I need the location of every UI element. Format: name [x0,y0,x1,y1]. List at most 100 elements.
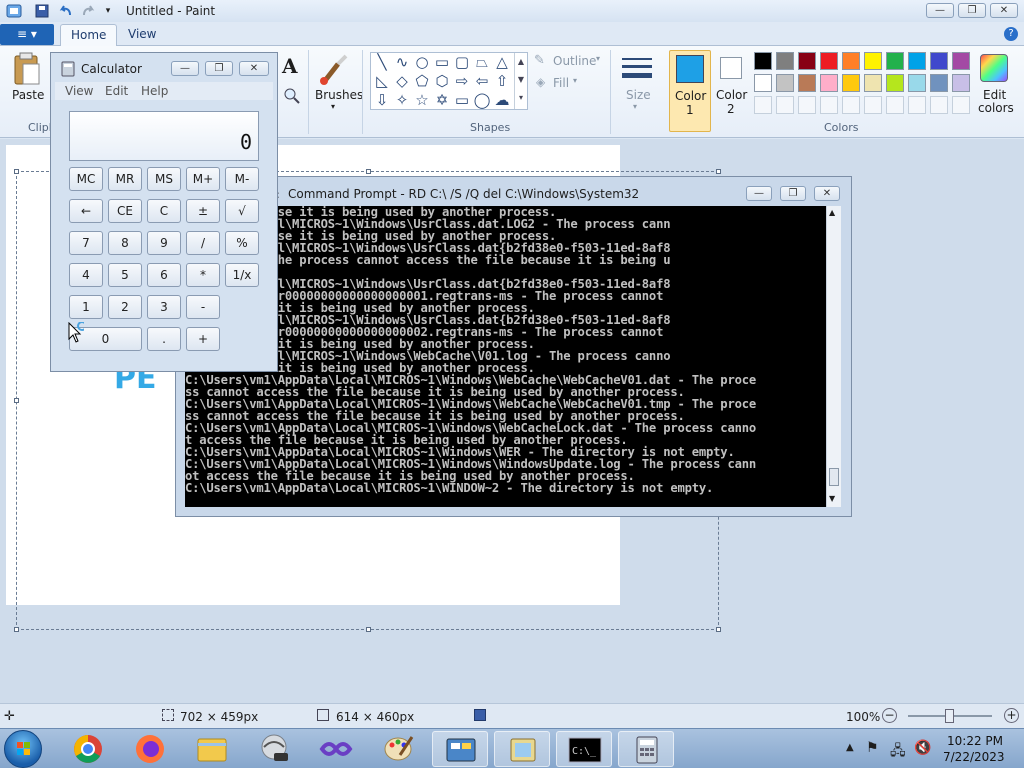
calc-button-sqrt[interactable]: √ [225,199,259,223]
network-icon[interactable]: 🖧 [890,740,906,764]
palette-swatch[interactable] [864,52,882,70]
palette-swatch[interactable] [754,74,772,92]
calc-button-backspace[interactable]: ← [69,199,103,223]
custom-color-slot[interactable] [864,96,882,114]
calc-button-m-minus[interactable]: M- [225,167,259,191]
resize-handle-tl[interactable] [14,169,19,174]
oval-shape-icon[interactable]: ○ [413,53,431,71]
calc-button-negate[interactable]: ± [186,199,220,223]
palette-swatch[interactable] [886,52,904,70]
right-triangle-shape-icon[interactable]: ◺ [373,72,391,90]
maximize-button[interactable]: ❐ [958,3,986,18]
calc-button-multiply[interactable]: * [186,263,220,287]
clock-time[interactable]: 10:22 PM [947,734,1003,748]
callout-oval-shape-icon[interactable]: ◯ [473,91,491,109]
callout-cloud-shape-icon[interactable]: ☁ [493,91,511,109]
five-point-star-shape-icon[interactable]: ☆ [413,91,431,109]
redo-icon[interactable] [80,3,96,19]
cmd-scroll-up-icon[interactable]: ▲ [829,208,835,217]
paint-menu-button[interactable]: ≡ ▾ [0,24,54,45]
resize-handle-br[interactable] [716,627,721,632]
calc-minimize-button[interactable]: — [171,61,199,76]
cmd-console[interactable]: he file because it is being used by anot… [185,206,826,507]
calc-button-add[interactable]: + [186,327,220,351]
hexagon-shape-icon[interactable]: ⬡ [433,72,451,90]
calc-button-1[interactable]: 1 [69,295,103,319]
visual-studio-taskbar-icon[interactable] [308,731,364,767]
callout-rect-shape-icon[interactable]: ▭ [453,91,471,109]
triangle-shape-icon[interactable]: △ [493,53,511,71]
calc-button-7[interactable]: 7 [69,231,103,255]
calc-button-8[interactable]: 8 [108,231,142,255]
fill-dropdown-icon[interactable]: ▾ [573,76,577,85]
tab-home[interactable]: Home [60,24,118,46]
right-arrow-shape-icon[interactable]: ⇨ [453,72,471,90]
resize-handle-t[interactable] [366,169,371,174]
customize-qat-icon[interactable]: ▾ [100,3,116,19]
close-button[interactable]: ✕ [990,3,1018,18]
calc-button-subtract[interactable]: - [186,295,220,319]
calc-menu-help[interactable]: Help [141,84,168,98]
resize-handle-tr[interactable] [716,169,721,174]
palette-swatch[interactable] [820,52,838,70]
paint-window-taskbar-icon[interactable] [494,731,550,767]
calc-button-mc[interactable]: MC [69,167,103,191]
resize-handle-l[interactable] [14,398,19,403]
calc-button-5[interactable]: 5 [108,263,142,287]
color2-selector[interactable]: Color 2 [713,50,751,132]
resize-handle-b[interactable] [366,627,371,632]
calc-button-3[interactable]: 3 [147,295,181,319]
line-shape-icon[interactable]: ╲ [373,53,391,71]
palette-swatch[interactable] [952,52,970,70]
outline-button[interactable]: Outline [553,54,596,68]
calc-button-percent[interactable]: % [225,231,259,255]
pentagon-shape-icon[interactable]: ⬠ [413,72,431,90]
size-icon[interactable] [620,56,654,84]
calc-button-4[interactable]: 4 [69,263,103,287]
custom-color-slot[interactable] [886,96,904,114]
paint-taskbar-icon[interactable] [370,731,426,767]
calc-menu-view[interactable]: View [65,84,93,98]
custom-color-slot[interactable] [908,96,926,114]
palette-swatch[interactable] [908,52,926,70]
edit-colors-icon[interactable] [980,54,1008,82]
save-icon[interactable] [34,3,50,19]
command-prompt-taskbar-icon[interactable]: C:\_ [556,731,612,767]
brushes-dropdown-icon[interactable]: ▾ [331,102,335,111]
calc-button-reciprocal[interactable]: 1/x [225,263,259,287]
help-icon[interactable]: ? [1004,27,1018,41]
custom-color-slot[interactable] [776,96,794,114]
calc-maximize-button[interactable]: ❐ [205,61,233,76]
rounded-rectangle-shape-icon[interactable]: ▢ [453,53,471,71]
custom-color-slot[interactable] [930,96,948,114]
cmd-scroll-thumb[interactable] [829,468,839,486]
zoom-in-button[interactable]: + [1004,708,1019,723]
calc-close-button[interactable]: ✕ [239,61,269,76]
calc-button-9[interactable]: 9 [147,231,181,255]
shapes-scroll[interactable]: ▲ ▼ ▾ [514,53,527,109]
calc-button-2[interactable]: 2 [108,295,142,319]
calc-button-m-plus[interactable]: M+ [186,167,220,191]
palette-swatch[interactable] [952,74,970,92]
calc-button-mr[interactable]: MR [108,167,142,191]
shapes-gallery[interactable]: ╲ ∿ ○ ▭ ▢ ⏢ △ ◺ ◇ ⬠ ⬡ ⇨ ⇦ ⇧ ⇩ ✧ ☆ ✡ ▭ ◯ … [370,52,528,110]
four-point-star-shape-icon[interactable]: ✧ [393,91,411,109]
size-button[interactable]: Size [626,88,651,102]
calc-button-decimal[interactable]: . [147,327,181,351]
palette-swatch[interactable] [842,52,860,70]
cmd-scrollbar[interactable]: ▲ ▼ [826,206,841,507]
tab-view[interactable]: View [118,24,166,46]
calc-menu-edit[interactable]: Edit [105,84,128,98]
clock-date[interactable]: 7/22/2023 [943,750,1005,764]
control-panel-taskbar-icon[interactable] [432,731,488,767]
text-tool-icon[interactable]: A [282,54,302,78]
show-hidden-icons-icon[interactable]: ▲ [846,742,854,753]
rectangle-shape-icon[interactable]: ▭ [433,53,451,71]
calc-button-ce[interactable]: CE [108,199,142,223]
left-arrow-shape-icon[interactable]: ⇦ [473,72,491,90]
calc-button-ms[interactable]: MS [147,167,181,191]
diamond-shape-icon[interactable]: ◇ [393,72,411,90]
curve-shape-icon[interactable]: ∿ [393,53,411,71]
calc-button-c[interactable]: C [147,199,181,223]
zoom-slider-thumb[interactable] [945,709,954,723]
